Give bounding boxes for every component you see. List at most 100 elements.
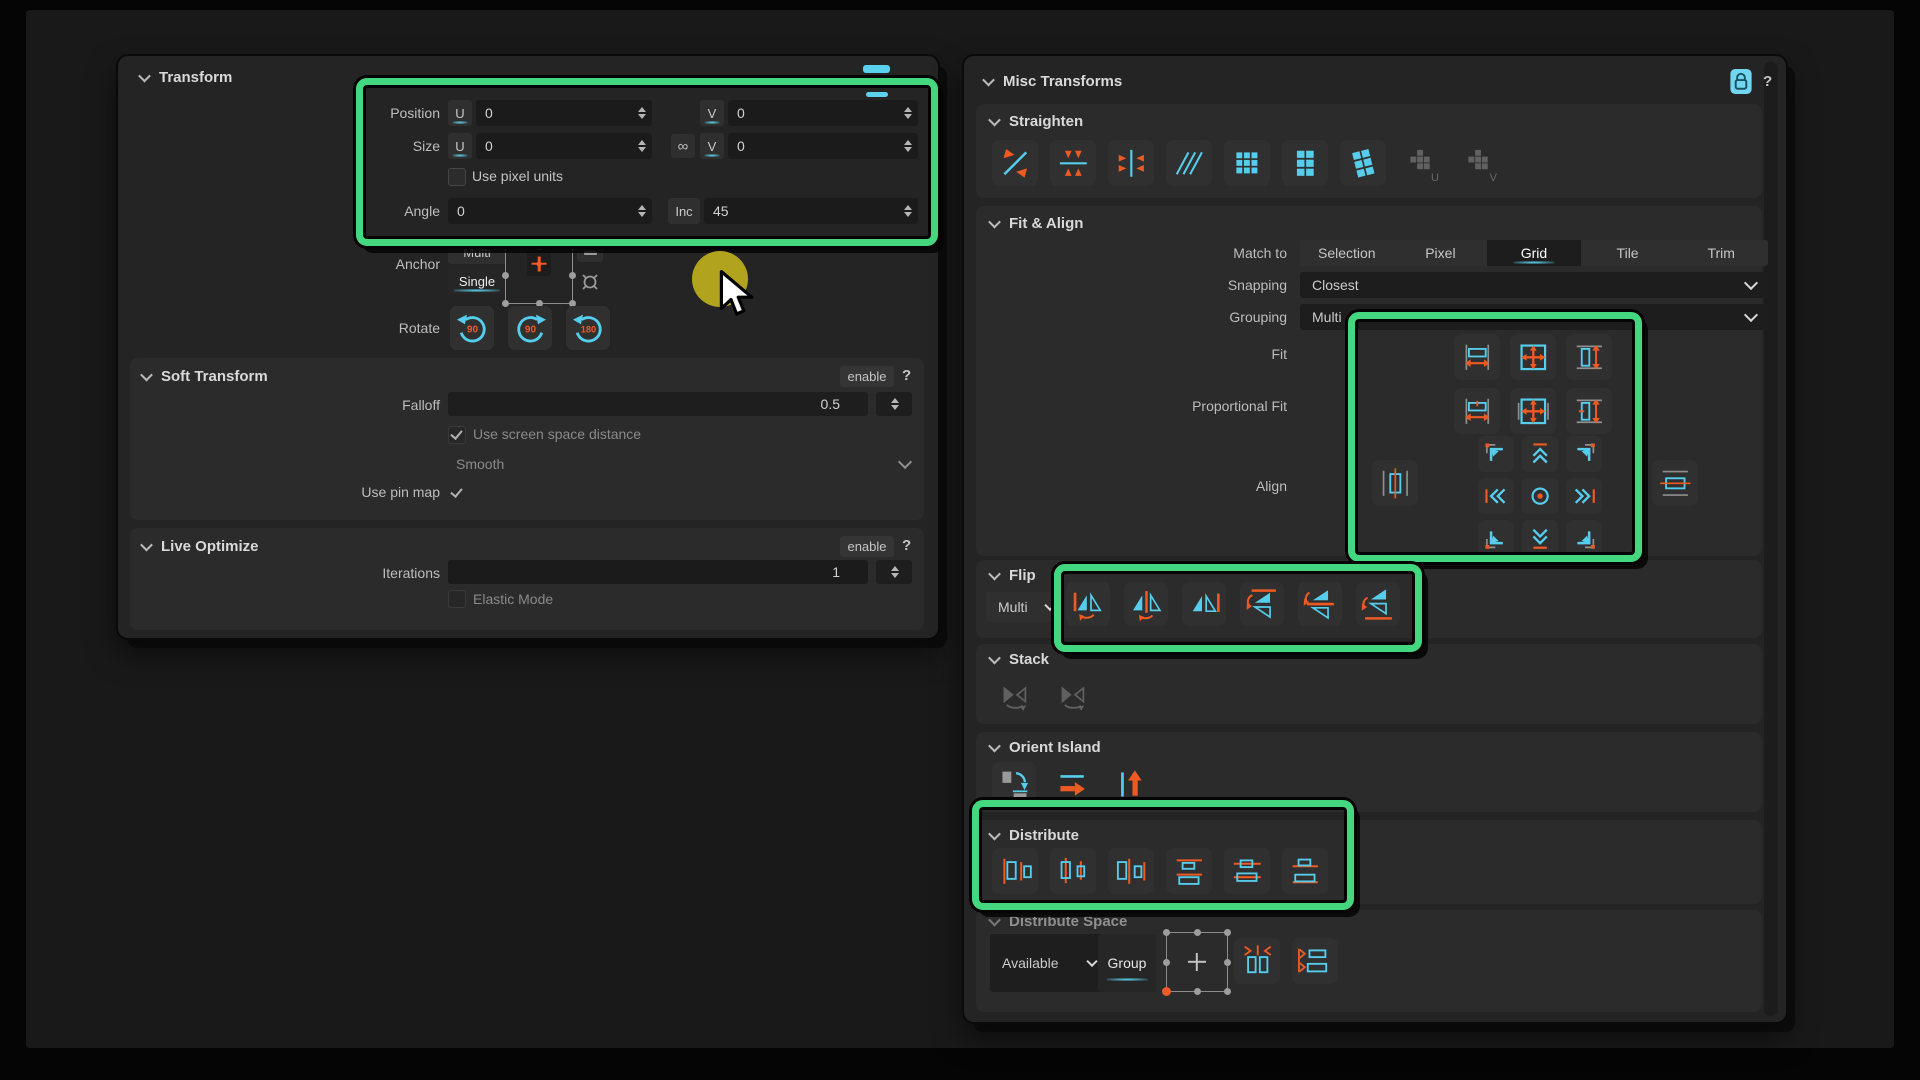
align-top-left-button[interactable] [1478,436,1514,472]
group-button[interactable]: Group [1098,934,1156,992]
fit-both-button[interactable] [1510,334,1556,380]
falloff-slider[interactable]: 0.5 [448,392,868,416]
misc-transforms-header[interactable]: Misc Transforms [984,72,1122,90]
soft-transform-enable-button[interactable]: enable [840,366,894,387]
size-v-spinner[interactable] [904,140,912,152]
chevron-down-icon[interactable] [898,455,912,469]
rotate-ccw-90-button[interactable]: 90 [450,306,494,350]
transform-panel-header[interactable]: Transform [140,68,232,86]
proportional-fit-height-button[interactable] [1566,388,1612,434]
iterations-field[interactable]: 1 [448,560,868,584]
proportional-fit-both-button[interactable] [1510,388,1556,434]
align-bottom-right-button[interactable] [1566,520,1602,556]
rotate-cw-90-button[interactable]: 90 [508,306,552,350]
anchor-handle[interactable] [1163,959,1170,966]
align-bottom-button[interactable] [1522,520,1558,556]
distribute-h-centers-button[interactable] [1050,848,1096,894]
grid-2x3-button[interactable] [1282,140,1328,186]
size-u-field[interactable]: 0 [476,133,652,159]
iterations-spinner-box[interactable] [876,560,912,584]
elastic-mode-checkbox[interactable] [448,590,466,608]
align-center-horizontal-button[interactable] [1652,460,1698,506]
flip-mode-dropdown[interactable]: Multi [986,592,1060,622]
position-u-spinner[interactable] [638,107,646,119]
flip-v-bottom-edge-button[interactable] [1356,582,1400,626]
align-top-button[interactable] [1522,436,1558,472]
fit-height-button[interactable] [1566,334,1612,380]
match-to-option-grid[interactable]: Grid [1487,240,1581,266]
match-to-option-tile[interactable]: Tile [1581,240,1675,266]
position-u-field[interactable]: 0 [476,100,652,126]
match-to-option-pixel[interactable]: Pixel [1394,240,1488,266]
distribute-right-button[interactable] [1108,848,1154,894]
straighten-vertical-button[interactable] [1108,140,1154,186]
anchor-handle[interactable] [1163,929,1170,936]
position-v-spinner[interactable] [904,107,912,119]
anchor-handle[interactable] [536,243,543,250]
position-v-axis-button[interactable]: V [700,100,724,126]
anchor-handle[interactable] [1194,988,1201,995]
falloff-spinner[interactable] [891,398,899,410]
anchor-handle[interactable] [502,272,509,279]
available-dropdown[interactable]: Available [990,934,1104,992]
fit-align-header[interactable]: Fit & Align [990,214,1083,232]
distribute-space-vertical-button[interactable] [1292,938,1338,984]
use-pixel-units-checkbox[interactable] [448,168,466,186]
straighten-header[interactable]: Straighten [990,112,1083,130]
orient-island-header[interactable]: Orient Island [990,738,1101,756]
anchor-collapse-button[interactable] [577,244,603,262]
anchor-handle[interactable] [502,243,509,250]
grouping-dropdown[interactable]: Multi [1300,304,1768,330]
distribute-top-button[interactable] [1166,848,1212,894]
orient-horizontal-button[interactable] [1050,762,1094,806]
help-icon[interactable]: ? [902,537,911,554]
anchor-selected-tile[interactable] [527,252,551,276]
size-v-axis-button[interactable]: V [700,133,724,159]
straighten-horizontal-button[interactable] [1050,140,1096,186]
iterations-spinner[interactable] [891,566,899,578]
anchor-handle[interactable] [1224,959,1231,966]
flip-v-top-edge-button[interactable] [1240,582,1284,626]
align-top-right-button[interactable] [1566,436,1602,472]
size-u-spinner[interactable] [638,140,646,152]
live-optimize-enable-button[interactable]: enable [840,536,894,557]
position-u-axis-button[interactable]: U [448,100,472,126]
anchor-gizmo-button[interactable] [577,268,603,296]
snapping-dropdown[interactable]: Closest [1300,272,1768,298]
help-icon[interactable]: ? [1763,73,1772,90]
lock-icon[interactable] [863,65,890,73]
straighten-loops-button[interactable] [1166,140,1212,186]
distribute-v-centers-button[interactable] [1224,848,1270,894]
align-bottom-left-button[interactable] [1478,520,1514,556]
size-u-axis-button[interactable]: U [448,133,472,159]
grid-3x3-button[interactable] [1224,140,1270,186]
distribute-left-button[interactable] [992,848,1038,894]
anchor-handle[interactable] [569,243,576,250]
angle-increment-field[interactable]: 45 [704,198,918,224]
falloff-spinner-box[interactable] [876,392,912,416]
flip-h-right-edge-button[interactable] [1182,582,1226,626]
position-v-field[interactable]: 0 [728,100,918,126]
lock-icon[interactable] [1729,68,1753,95]
anchor-handle[interactable] [1224,988,1231,995]
anchor-handle[interactable] [502,300,509,307]
constrain-u-button[interactable]: U [1398,140,1444,186]
stack-islands-button[interactable] [992,674,1036,718]
constrain-v-button[interactable]: V [1456,140,1502,186]
angle-spinner[interactable] [638,205,646,217]
distribute-header[interactable]: Distribute [990,826,1079,844]
anchor-position-widget[interactable] [505,246,573,304]
anchor-handle[interactable] [1224,929,1231,936]
orient-rotate-button[interactable] [992,762,1036,806]
align-center-button[interactable] [1522,478,1558,514]
stack-header[interactable]: Stack [990,650,1049,668]
proportional-fit-width-button[interactable] [1454,388,1500,434]
use-screen-space-checkbox[interactable] [448,426,466,444]
anchor-handle[interactable] [1194,929,1201,936]
grid-skewed-button[interactable] [1340,140,1386,186]
flip-v-center-button[interactable] [1298,582,1342,626]
straighten-selection-button[interactable] [992,140,1038,186]
size-v-field[interactable]: 0 [728,133,918,159]
anchor-handle[interactable] [569,272,576,279]
distribute-space-header[interactable]: Distribute Space [990,912,1127,930]
